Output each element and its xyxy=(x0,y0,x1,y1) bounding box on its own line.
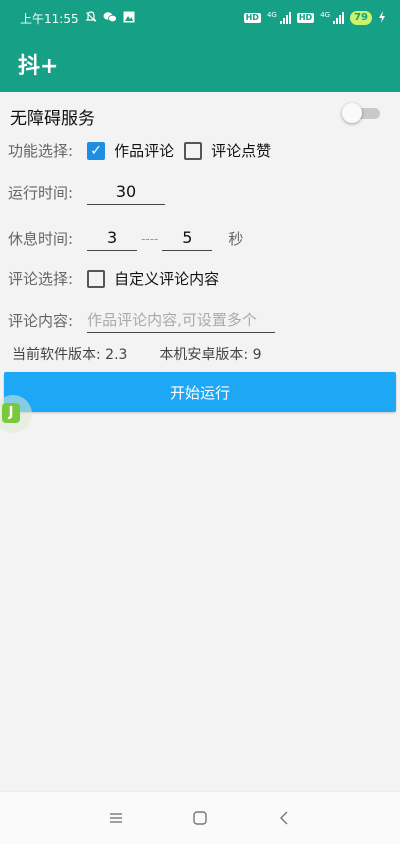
signal-icon-2 xyxy=(333,12,345,24)
rest-time-unit: 秒 xyxy=(228,230,244,248)
work-comment-label[interactable]: 作品评论 xyxy=(114,140,174,161)
network-type-1: 4G xyxy=(266,11,277,19)
navigation-bar xyxy=(0,791,400,844)
wechat-icon xyxy=(103,11,117,25)
bell-off-icon xyxy=(85,11,97,25)
work-comment-checkbox[interactable]: ✓ xyxy=(87,141,106,160)
app-bar: 抖+ xyxy=(0,36,400,92)
status-right: HD 4G HD 4G 79 xyxy=(243,11,386,25)
menu-icon[interactable] xyxy=(104,806,128,830)
comment-select-label: 评论选择: xyxy=(8,270,74,288)
function-select-label: 功能选择: xyxy=(8,142,74,160)
hd-icon-2: HD xyxy=(296,13,315,23)
hd-icon: HD xyxy=(243,13,261,23)
rest-time-separator: ---- xyxy=(141,231,159,246)
check-icon: ✓ xyxy=(90,142,102,159)
home-icon[interactable] xyxy=(188,806,212,830)
accessibility-label: 无障碍服务 xyxy=(10,109,95,129)
run-time-input[interactable]: 30 xyxy=(87,180,166,205)
run-time-row: 运行时间: 30 xyxy=(8,180,166,205)
charging-icon xyxy=(378,11,386,25)
rest-time-row: 休息时间: 3 ---- 5 秒 xyxy=(8,226,243,251)
status-bar: 上午11:55 HD 4G HD 4G 79 xyxy=(0,0,400,36)
function-select-row: 功能选择: ✓ 作品评论 评论点赞 xyxy=(8,140,271,161)
network-type-2: 4G xyxy=(320,11,331,19)
rest-time-label: 休息时间: xyxy=(8,230,74,248)
version-row: 当前软件版本: 2.3 本机安卓版本: 9 xyxy=(12,344,262,364)
toggle-thumb xyxy=(342,103,362,123)
status-left: 上午11:55 xyxy=(20,10,135,27)
image-icon xyxy=(123,11,135,25)
comment-select-row: 评论选择: 自定义评论内容 xyxy=(8,268,219,289)
android-version: 本机安卓版本: 9 xyxy=(159,347,262,363)
comment-like-checkbox[interactable] xyxy=(184,141,203,160)
floating-assistant-icon[interactable]: J xyxy=(0,395,32,433)
comment-content-label: 评论内容: xyxy=(8,312,74,330)
software-version: 当前软件版本: 2.3 xyxy=(12,347,128,363)
accessibility-toggle[interactable] xyxy=(342,103,380,123)
comment-content-input[interactable]: 作品评论内容,可设置多个 xyxy=(87,308,276,333)
custom-comment-label[interactable]: 自定义评论内容 xyxy=(114,268,219,289)
custom-comment-checkbox[interactable] xyxy=(87,269,106,288)
comment-like-label[interactable]: 评论点赞 xyxy=(211,140,271,161)
battery-icon: 79 xyxy=(350,11,372,25)
floating-icon-glyph: J xyxy=(2,403,20,423)
rest-time-min-input[interactable]: 3 xyxy=(87,226,138,251)
rest-time-max-input[interactable]: 5 xyxy=(162,226,213,251)
run-time-label: 运行时间: xyxy=(8,184,74,202)
signal-icon-1 xyxy=(279,12,291,24)
comment-content-row: 评论内容: 作品评论内容,可设置多个 xyxy=(8,308,276,333)
status-time: 上午11:55 xyxy=(20,11,79,26)
app-title: 抖+ xyxy=(18,54,59,79)
start-button[interactable]: 开始运行 xyxy=(4,372,396,412)
back-icon[interactable] xyxy=(272,806,296,830)
